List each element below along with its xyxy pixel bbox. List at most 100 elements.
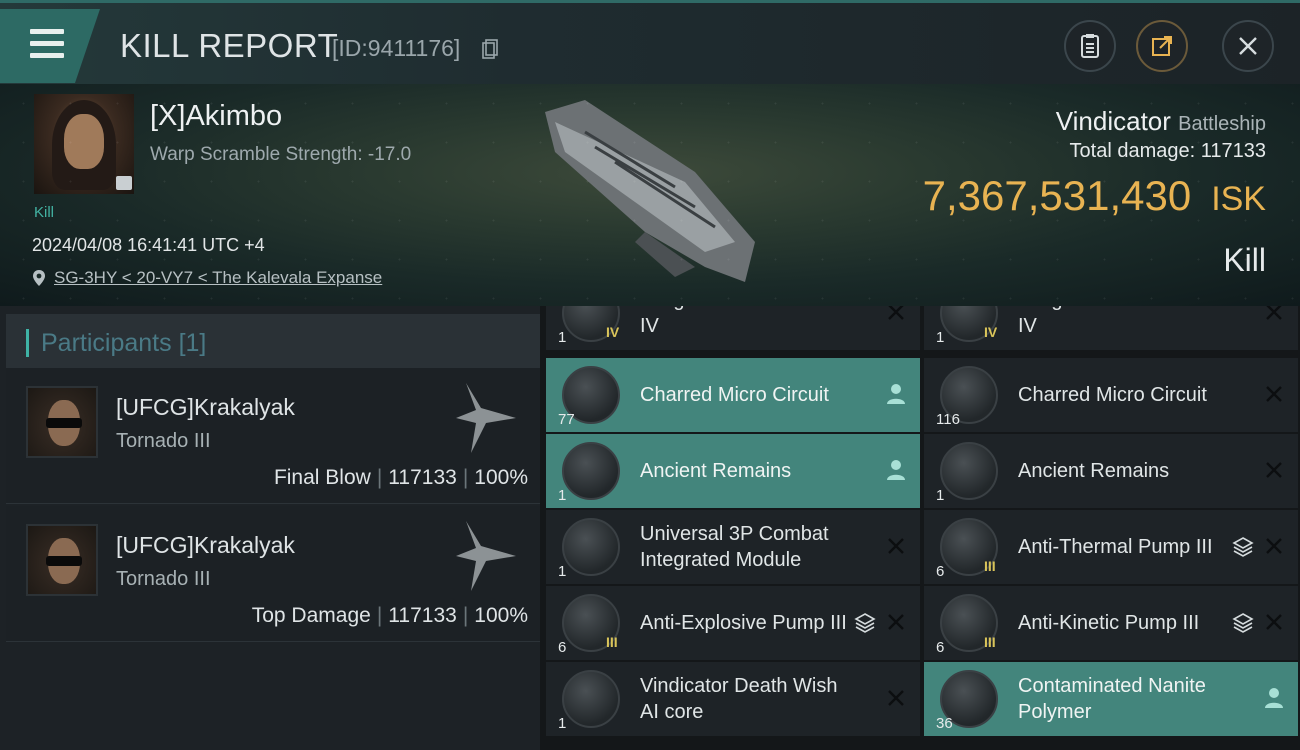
item-quantity: 1 <box>936 329 945 346</box>
participant-name: [UFCG]Krakalyak <box>116 394 295 420</box>
portrait-face <box>64 114 104 169</box>
item-quantity: 1 <box>936 487 945 504</box>
item-icon <box>562 442 620 500</box>
item-quantity: 6 <box>936 639 945 656</box>
participant-damage: 117133 <box>388 466 457 489</box>
warp-scramble-strength: Warp Scramble Strength: -17.0 <box>150 144 412 165</box>
item-quantity: 116 <box>936 411 960 428</box>
item-tile[interactable]: 6 III Anti-Thermal Pump III <box>924 510 1298 584</box>
total-damage-label: Total damage: <box>1069 140 1196 162</box>
item-name: Kuligan Burst Aerator IV <box>1018 306 1207 337</box>
destroyed-x-icon <box>888 690 904 706</box>
stack-icon <box>854 613 876 633</box>
isk-value: 7,367,531,430 ISK <box>923 172 1266 220</box>
kill-result: Kill <box>1223 242 1266 278</box>
item-quantity: 1 <box>558 329 567 346</box>
copy-icon[interactable] <box>482 39 498 59</box>
avatar-glasses <box>46 418 82 428</box>
total-damage: Total damage: 117133 <box>1070 140 1266 163</box>
item-name: Ancient Remains <box>1018 460 1170 482</box>
kill-tag: Kill <box>34 204 54 221</box>
participant-stats: Final Blow | 117133 | 100% <box>273 466 528 489</box>
item-name: Universal 3P Combat Integrated Module <box>640 523 829 571</box>
item-quantity: 6 <box>558 639 567 656</box>
victim-portrait[interactable] <box>34 94 134 194</box>
clipboard-button[interactable] <box>1064 20 1116 72</box>
participant-card[interactable]: [UFCG]Krakalyak Tornado III Final Blow | 1… <box>6 368 540 504</box>
kill-location-link[interactable]: SG-3HY < 20-VY7 < The Kalevala Expanse <box>32 268 382 288</box>
item-tier: III <box>606 634 618 650</box>
close-button[interactable] <box>1222 20 1274 72</box>
item-tier: IV <box>984 324 998 340</box>
header-bar: KILL REPORT [ID:9411176] <box>0 0 1300 84</box>
tornado-ship-icon <box>456 521 516 591</box>
participant-stats: Top Damage | 117133 | 100% <box>251 604 528 627</box>
ship-name: Vindicator Battleship <box>1056 106 1266 137</box>
item-name: Anti-Kinetic Pump III <box>1018 612 1200 634</box>
destroyed-x-icon <box>1266 306 1282 320</box>
share-icon <box>1152 36 1172 56</box>
participant-name: [UFCG]Krakalyak <box>116 532 295 558</box>
clipboard-icon <box>1081 34 1099 58</box>
isk-amount: 7,367,531,430 <box>922 172 1192 219</box>
item-tile[interactable]: 6 III Anti-Kinetic Pump III <box>924 586 1298 660</box>
page-title: KILL REPORT <box>120 27 339 64</box>
participant-avatar <box>26 524 98 596</box>
item-tile[interactable]: 116 Charred Micro Circuit <box>924 358 1298 432</box>
item-tile[interactable]: 1 Ancient Remains <box>546 434 920 508</box>
item-name: Anti-Explosive Pump III <box>640 612 847 634</box>
item-tile[interactable]: 6 III Anti-Explosive Pump III <box>546 586 920 660</box>
item-quantity: 36 <box>936 715 953 732</box>
dropped-person-icon <box>1265 688 1283 708</box>
tornado-ship-icon <box>456 383 516 453</box>
share-button[interactable] <box>1136 20 1188 72</box>
participants-header[interactable]: Participants [1] <box>6 314 540 372</box>
menu-icon-bar <box>30 41 64 46</box>
destroyed-x-icon <box>1266 538 1282 554</box>
kill-hero-banner: [X]Akimbo Warp Scramble Strength: -17.0 … <box>0 84 1300 306</box>
portrait-hair <box>52 100 116 190</box>
item-name: Contaminated Nanite Polymer <box>1018 675 1206 723</box>
stack-icon <box>1232 537 1254 557</box>
vindicator-ship-image <box>545 100 755 282</box>
menu-button[interactable] <box>0 9 100 83</box>
destroyed-x-icon <box>888 538 904 554</box>
ship-type: Vindicator <box>1055 106 1171 136</box>
item-icon <box>562 518 620 576</box>
participants-count: [1] <box>178 328 207 357</box>
participant-card[interactable]: [UFCG]Krakalyak Tornado III Top Damage | 1… <box>6 506 540 642</box>
participant-ship: Tornado III <box>116 430 211 452</box>
participants-panel: Participants [1] [UFCG]Krakalyak Tornado… <box>0 306 540 750</box>
participants-title: Participants <box>41 328 172 357</box>
location-text: SG-3HY < 20-VY7 < The Kalevala Expanse <box>54 268 383 287</box>
item-tile[interactable]: 1 IV Kuligan Burst Aerator IV <box>546 306 920 350</box>
isk-currency: ISK <box>1211 180 1266 218</box>
item-name: Ancient Remains <box>640 460 792 482</box>
item-quantity: 77 <box>558 411 575 428</box>
portrait-badge-icon <box>116 176 132 190</box>
item-name: Anti-Thermal Pump III <box>1018 536 1213 558</box>
destroyed-x-icon <box>1266 614 1282 630</box>
item-name: Charred Micro Circuit <box>1018 384 1207 406</box>
destroyed-x-icon <box>1266 462 1282 478</box>
item-tile[interactable]: 36 Contaminated Nanite Polymer <box>924 662 1298 736</box>
item-tile[interactable]: 1 Universal 3P Combat Integrated Module <box>546 510 920 584</box>
destroyed-x-icon <box>1266 386 1282 402</box>
item-icon <box>562 670 620 728</box>
destroyed-x-icon <box>888 614 904 630</box>
destroyed-x-icon <box>888 306 904 320</box>
menu-icon <box>30 29 64 34</box>
item-tile[interactable]: 77 Charred Micro Circuit <box>546 358 920 432</box>
participant-ship: Tornado III <box>116 568 211 590</box>
item-tier: IV <box>606 324 620 340</box>
item-tile[interactable]: 1 IV Kuligan Burst Aerator IV <box>924 306 1298 350</box>
item-tile[interactable]: 1 Vindicator Death Wish AI core <box>546 662 920 736</box>
item-tile[interactable]: 1 Ancient Remains <box>924 434 1298 508</box>
kill-tag-label: Kill <box>34 204 55 221</box>
menu-icon-bar <box>30 53 64 58</box>
ship-class: Battleship <box>1178 113 1266 135</box>
participant-role: Top Damage <box>251 604 371 627</box>
item-name: Vindicator Death Wish AI core <box>640 675 838 723</box>
victim-name[interactable]: [X]Akimbo <box>150 100 282 133</box>
item-quantity: 1 <box>558 563 567 580</box>
